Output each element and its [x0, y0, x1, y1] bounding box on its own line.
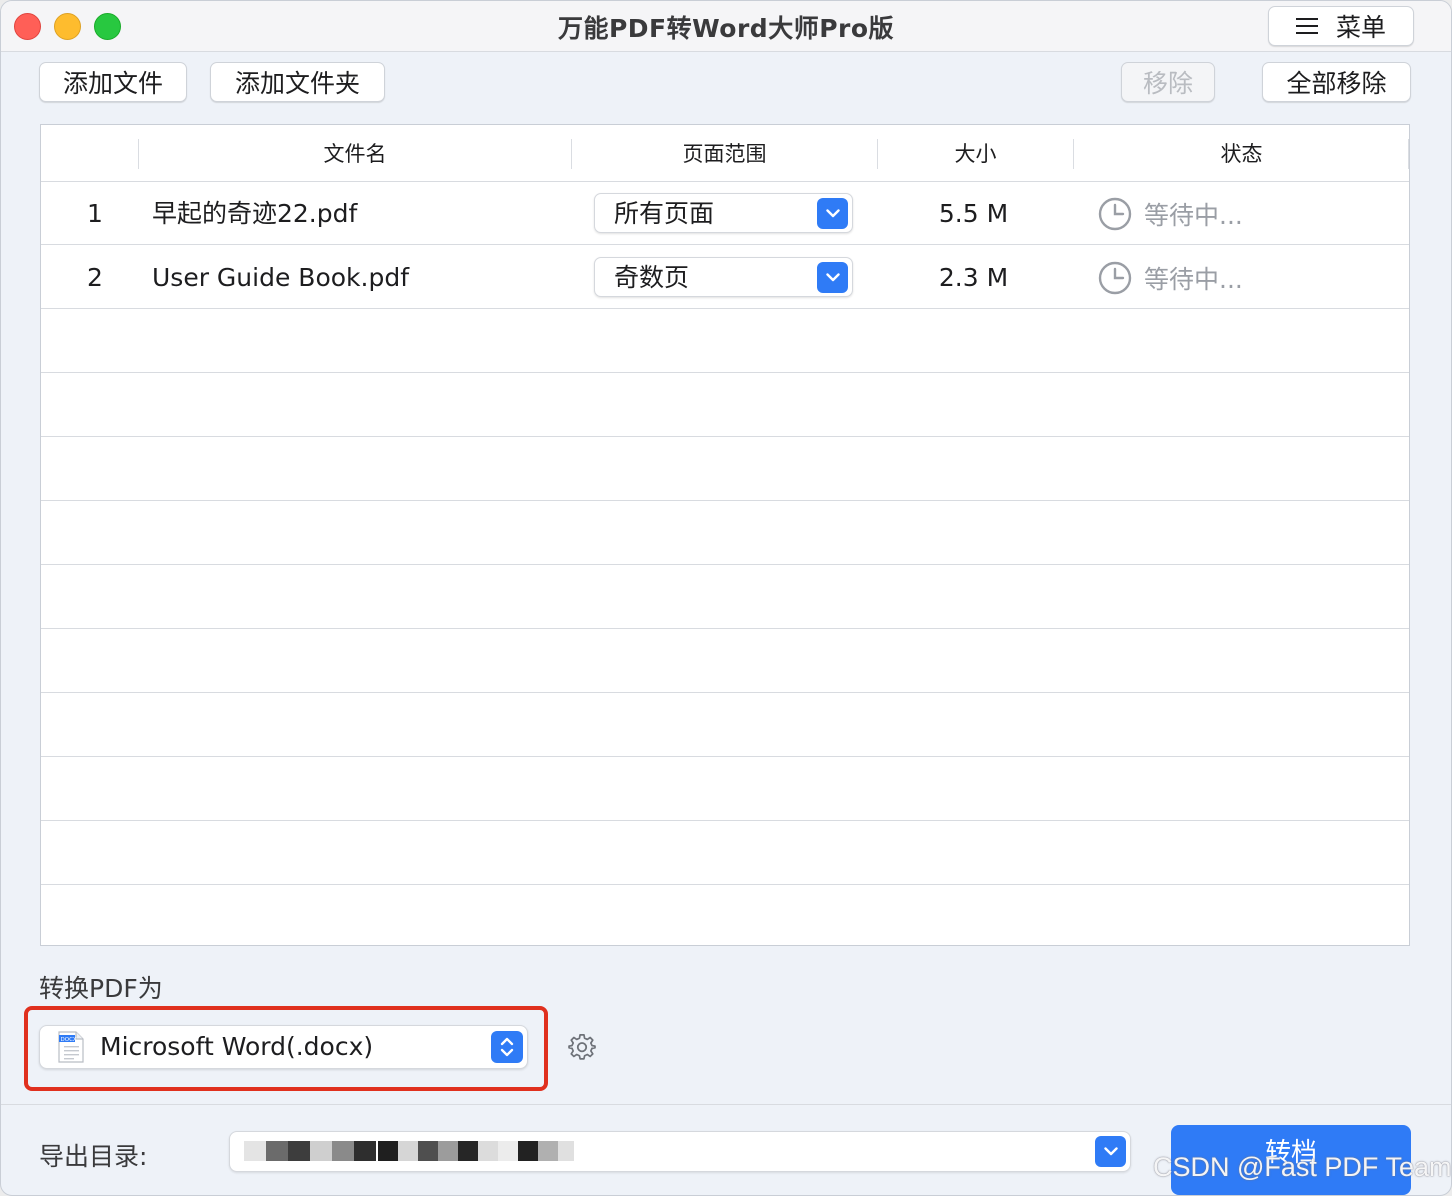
- column-header-size[interactable]: 大小: [878, 125, 1073, 181]
- watermark-text: CSDN @Fast PDF Team: [1153, 1152, 1452, 1182]
- empty-row: [41, 694, 1409, 757]
- column-divider: [1408, 139, 1409, 169]
- add-folder-button[interactable]: 添加文件夹: [210, 62, 385, 102]
- status-text: 等待中...: [1144, 201, 1243, 230]
- menu-button[interactable]: 菜单: [1268, 6, 1414, 46]
- export-directory-label: 导出目录:: [39, 1142, 148, 1171]
- empty-row: [41, 502, 1409, 565]
- empty-row: [41, 630, 1409, 693]
- bottom-divider: [1, 1104, 1451, 1105]
- page-range-value: 所有页面: [614, 199, 715, 228]
- export-directory-select[interactable]: [229, 1131, 1131, 1172]
- redacted-path: [244, 1141, 574, 1161]
- chevron-down-icon[interactable]: [817, 198, 848, 229]
- row-index: 2: [87, 263, 103, 292]
- chevron-down-icon[interactable]: [817, 262, 848, 293]
- empty-row: [41, 822, 1409, 885]
- empty-row: [41, 758, 1409, 821]
- empty-row: [41, 310, 1409, 373]
- row-size: 2.3 M: [938, 263, 1009, 292]
- empty-row: [41, 566, 1409, 629]
- hamburger-icon: [1295, 18, 1318, 34]
- clock-icon: [1098, 197, 1132, 231]
- row-status: 等待中...: [1098, 261, 1243, 295]
- page-range-select[interactable]: 所有页面: [594, 193, 853, 233]
- column-header-page-range[interactable]: 页面范围: [572, 125, 877, 181]
- table-row[interactable]: 2 User Guide Book.pdf 奇数页 2.3 M 等待中...: [41, 246, 1409, 309]
- menu-button-label: 菜单: [1335, 13, 1386, 42]
- add-file-button[interactable]: 添加文件: [39, 62, 187, 102]
- gear-icon[interactable]: [568, 1033, 596, 1061]
- table-header: 文件名 页面范围 大小 状态: [41, 125, 1409, 182]
- row-size: 5.5 M: [938, 199, 1009, 228]
- chevron-down-icon[interactable]: [1095, 1136, 1126, 1167]
- title-bar: 万能PDF转Word大师Pro版 菜单: [1, 1, 1451, 52]
- status-text: 等待中...: [1144, 265, 1243, 294]
- clock-icon: [1098, 261, 1132, 295]
- empty-row: [41, 374, 1409, 437]
- empty-row: [41, 438, 1409, 501]
- row-index: 1: [87, 199, 103, 228]
- page-range-value: 奇数页: [614, 263, 690, 292]
- row-filename: 早起的奇迹22.pdf: [152, 199, 358, 228]
- window-title: 万能PDF转Word大师Pro版: [557, 14, 895, 43]
- row-status: 等待中...: [1098, 197, 1243, 231]
- app-window: 万能PDF转Word大师Pro版 菜单 添加文件 添加文件夹 移除 全部移除 文…: [0, 0, 1452, 1196]
- column-header-status[interactable]: 状态: [1074, 125, 1409, 181]
- remove-all-button[interactable]: 全部移除: [1262, 62, 1411, 102]
- convert-format-label: 转换PDF为: [39, 974, 163, 1003]
- row-filename: User Guide Book.pdf: [152, 263, 409, 292]
- format-highlight-box: [24, 1006, 548, 1091]
- page-range-select[interactable]: 奇数页: [594, 257, 853, 297]
- table-row[interactable]: 1 早起的奇迹22.pdf 所有页面 5.5 M 等待中...: [41, 182, 1409, 245]
- column-header-filename[interactable]: 文件名: [139, 125, 571, 181]
- file-table: 文件名 页面范围 大小 状态 1 早起的奇迹22.pdf 所有页面 5.5 M …: [40, 124, 1410, 946]
- remove-button[interactable]: 移除: [1121, 62, 1215, 102]
